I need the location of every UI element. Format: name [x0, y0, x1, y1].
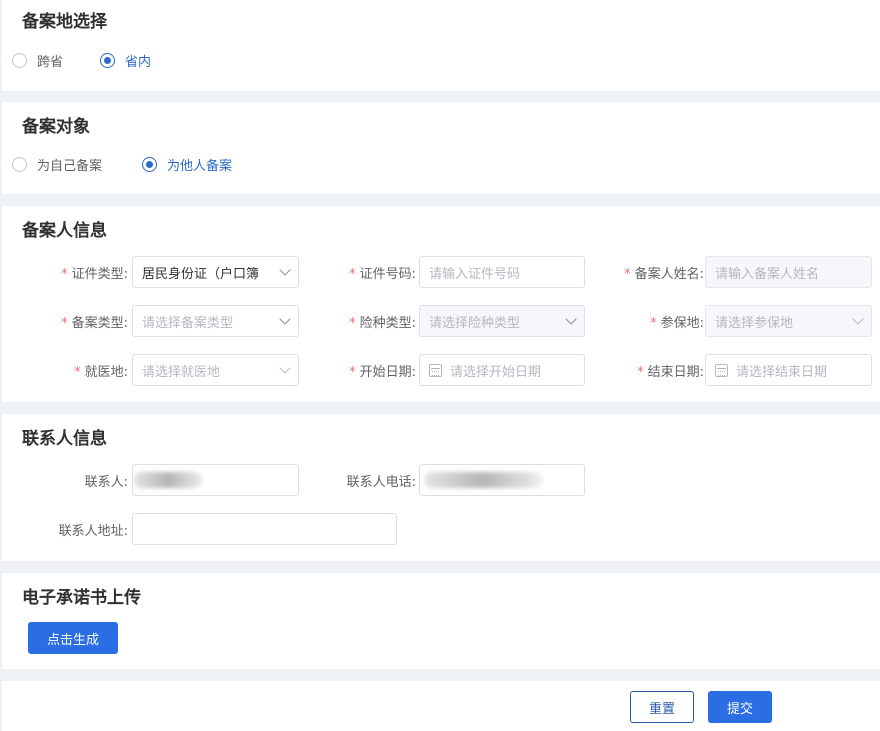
filing-type-placeholder: 请选择备案类型 [142, 315, 234, 331]
section-title: 联系人信息 [22, 429, 107, 449]
id-type-label: * 证件类型: [61, 267, 128, 282]
radio-circle [100, 53, 115, 68]
radio-label: 为他人备案 [167, 159, 233, 174]
section-filing-target: 备案对象 为自己备案 为他人备案 [2, 102, 880, 194]
contact-address-label: 联系人地址: [58, 524, 128, 539]
insured-place-select[interactable]: 请选择参保地 [705, 305, 872, 337]
section-title: 备案地选择 [22, 12, 107, 32]
filing-type-select[interactable]: 请选择备案类型 [132, 305, 299, 337]
contact-phone-label: 联系人电话: [346, 475, 416, 490]
section-contact-info: 联系人信息 联系人: 联系人电话: 联系人地址: [2, 414, 880, 561]
generate-button[interactable]: 点击生成 [28, 622, 118, 654]
medical-place-placeholder: 请选择就医地 [142, 364, 221, 380]
start-date-picker[interactable]: 请选择开始日期 [419, 354, 585, 386]
filer-name-label: * 备案人姓名: [624, 267, 704, 282]
chevron-down-icon [279, 263, 291, 276]
radio-self[interactable]: 为自己备案 [12, 155, 102, 174]
insurance-type-label: * 险种类型: [349, 316, 416, 331]
start-date-placeholder: 请选择开始日期 [450, 364, 542, 380]
radio-others[interactable]: 为他人备案 [142, 155, 232, 174]
radio-label: 为自己备案 [37, 159, 103, 174]
chevron-down-icon [852, 312, 864, 325]
filing-type-label: * 备案类型: [61, 316, 128, 331]
start-date-label: * 开始日期: [349, 365, 416, 380]
section-title: 备案对象 [22, 117, 90, 137]
filer-name-placeholder: 请输入备案人姓名 [715, 266, 820, 282]
contact-address-input[interactable] [132, 513, 397, 545]
contact-phone-input[interactable] [419, 464, 585, 496]
radio-label: 跨省 [37, 55, 64, 70]
submit-button[interactable]: 提交 [708, 691, 772, 723]
id-number-placeholder: 请输入证件号码 [429, 266, 521, 282]
chevron-down-icon [279, 312, 291, 325]
radio-in-province[interactable]: 省内 [100, 51, 151, 70]
insurance-type-select[interactable]: 请选择险种类型 [419, 305, 585, 337]
section-title: 电子承诺书上传 [22, 588, 141, 608]
medical-place-label: * 就医地: [74, 365, 128, 380]
section-title: 备案人信息 [22, 221, 107, 241]
section-upload: 电子承诺书上传 点击生成 [2, 573, 880, 669]
id-type-select[interactable]: 居民身份证（户口簿 [132, 256, 299, 288]
radio-circle [142, 157, 157, 172]
redacted-value [133, 472, 203, 488]
redacted-value [424, 472, 542, 488]
footer-actions: 重置 提交 [2, 681, 880, 731]
contact-person-input[interactable] [132, 464, 299, 496]
id-number-label: * 证件号码: [349, 267, 416, 282]
id-number-input[interactable]: 请输入证件号码 [419, 256, 585, 288]
end-date-label: * 结束日期: [637, 365, 704, 380]
medical-place-select[interactable]: 请选择就医地 [132, 354, 299, 386]
calendar-icon [429, 363, 442, 377]
radio-circle [12, 53, 27, 68]
radio-label: 省内 [125, 55, 152, 70]
reset-button[interactable]: 重置 [630, 691, 694, 723]
end-date-placeholder: 请选择结束日期 [736, 364, 828, 380]
insured-place-placeholder: 请选择参保地 [715, 315, 794, 331]
chevron-down-icon [279, 361, 291, 374]
chevron-down-icon [565, 312, 577, 325]
calendar-icon [715, 363, 728, 377]
radio-circle [12, 157, 27, 172]
section-filing-location: 备案地选择 跨省 省内 [2, 0, 880, 91]
radio-cross-province[interactable]: 跨省 [12, 51, 63, 70]
end-date-picker[interactable]: 请选择结束日期 [705, 354, 872, 386]
filer-name-input[interactable]: 请输入备案人姓名 [705, 256, 872, 288]
insured-place-label: * 参保地: [650, 316, 704, 331]
insurance-type-placeholder: 请选择险种类型 [429, 315, 521, 331]
section-filer-info: 备案人信息 * 证件类型: 居民身份证（户口簿 * 证件号码: 请输入证件号码 * 备… [2, 206, 880, 402]
contact-person-label: 联系人: [84, 475, 128, 490]
id-type-value: 居民身份证（户口簿 [142, 266, 260, 282]
